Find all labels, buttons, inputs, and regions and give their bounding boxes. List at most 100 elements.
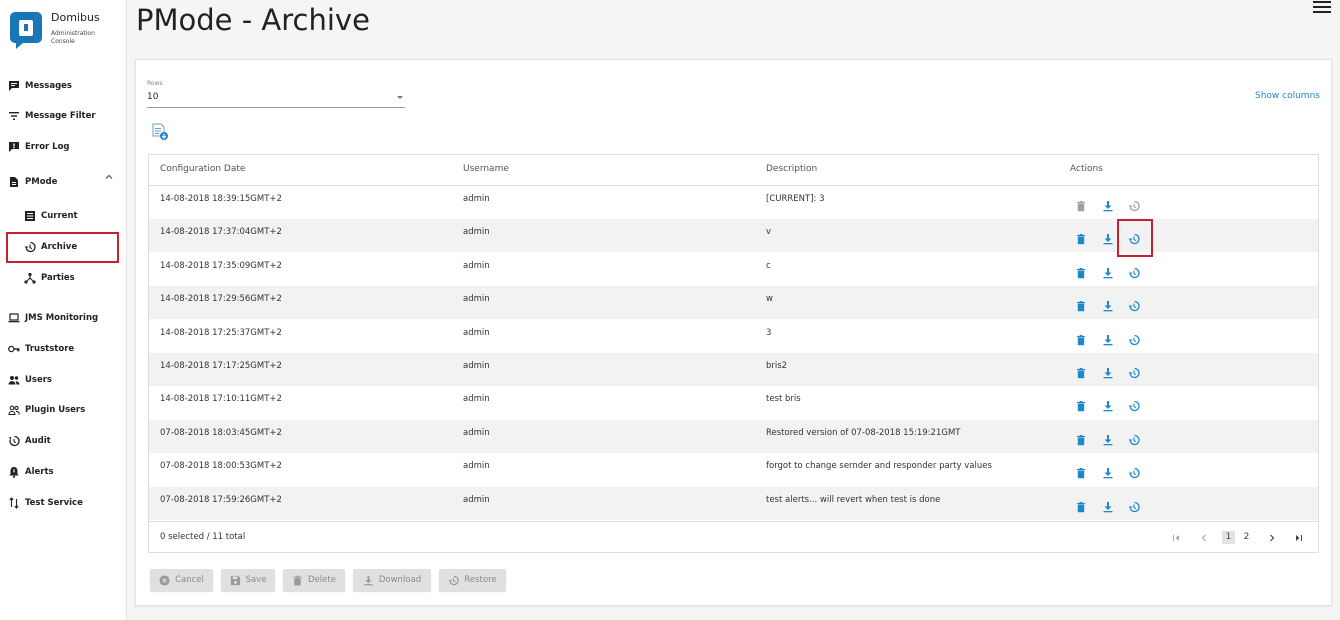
cell-configuration-date: 14-08-2018 17:29:56GMT+2 [160, 294, 282, 305]
plugin-users-icon [8, 405, 20, 416]
delete-row-icon[interactable] [1075, 464, 1087, 479]
sidebar-item-truststore[interactable]: Truststore [8, 340, 74, 358]
sidebar-item-message-filter[interactable]: Message Filter [8, 107, 96, 125]
chevron-up-icon[interactable] [104, 172, 114, 182]
delete-button-label: Delete [308, 575, 336, 585]
page-title: PMode - Archive [136, 3, 370, 37]
error-log-icon [9, 142, 19, 152]
table-row[interactable]: 07-08-2018 17:59:26GMT+2 admin test alerts… [149, 486, 1318, 520]
document-icon [10, 177, 18, 187]
sidebar-item-label: Current [41, 211, 78, 221]
previous-page-icon[interactable] [1199, 533, 1209, 543]
page-2-button[interactable]: 2 [1240, 531, 1253, 544]
restore-row-icon[interactable] [1128, 297, 1140, 312]
sidebar-item-jms-monitoring[interactable]: JMS Monitoring [8, 309, 98, 327]
restore-row-icon[interactable] [1128, 197, 1140, 212]
delete-row-icon[interactable] [1075, 297, 1087, 312]
delete-row-icon[interactable] [1075, 431, 1087, 445]
restore-row-icon[interactable] [1128, 498, 1140, 512]
restore-button[interactable]: Restore [439, 569, 506, 591]
save-button[interactable]: Save [221, 569, 275, 591]
save-button-label: Save [245, 575, 267, 585]
hamburger-menu-icon[interactable] [1312, 0, 1332, 14]
sidebar-item-parties[interactable]: Parties [24, 269, 75, 287]
rows-select[interactable]: 10 [147, 92, 405, 108]
delete-button[interactable]: Delete [283, 569, 345, 591]
domibus-logo-icon [10, 12, 42, 49]
messages-icon [9, 81, 19, 91]
cell-description: c [766, 260, 771, 271]
restore-row-icon[interactable] [1128, 431, 1140, 445]
sidebar-item-error-log[interactable]: Error Log [8, 138, 70, 156]
column-header-configuration-date[interactable]: Configuration Date [160, 164, 245, 174]
delete-row-icon[interactable] [1075, 364, 1087, 379]
page-1-button[interactable]: 1 [1222, 531, 1235, 544]
show-columns-link[interactable]: Show columns [1255, 91, 1320, 101]
last-page-icon[interactable] [1294, 533, 1304, 543]
download-row-icon[interactable] [1102, 264, 1114, 279]
cell-username: admin [463, 427, 490, 438]
delete-row-icon[interactable] [1075, 197, 1087, 212]
download-row-icon[interactable] [1102, 498, 1114, 512]
delete-row-icon[interactable] [1075, 397, 1087, 412]
table-row[interactable]: 14-08-2018 17:10:11GMT+2 admin test bris [149, 386, 1318, 419]
next-page-icon[interactable] [1267, 533, 1277, 543]
table-row[interactable]: 14-08-2018 17:17:25GMT+2 admin bris2 [149, 353, 1318, 386]
cell-description: forgot to change sernder and responder p… [766, 461, 992, 472]
delete-row-icon[interactable] [1075, 498, 1087, 512]
download-row-icon[interactable] [1102, 230, 1114, 245]
key-icon [8, 345, 20, 353]
sidebar-item-label: JMS Monitoring [25, 313, 99, 323]
delete-row-icon[interactable] [1075, 264, 1087, 278]
table-header: Configuration Date Username Description … [149, 155, 1318, 186]
bell-icon [9, 467, 19, 478]
download-row-icon[interactable] [1102, 197, 1114, 212]
delete-row-icon[interactable] [1075, 331, 1087, 345]
sidebar-item-label: Messages [25, 81, 72, 91]
sidebar-item-alerts[interactable]: Alerts [8, 463, 54, 481]
export-csv-icon[interactable] [151, 123, 169, 141]
restore-row-icon[interactable] [1128, 397, 1140, 412]
table-row[interactable]: 14-08-2018 17:29:56GMT+2 admin w [149, 286, 1318, 320]
sidebar: Domibus Administration Console Messages … [0, 0, 127, 620]
cell-username: admin [463, 461, 490, 472]
sidebar-item-plugin-users[interactable]: Plugin Users [8, 401, 85, 419]
table-row[interactable]: 14-08-2018 17:35:09GMT+2 admin c [149, 253, 1318, 286]
cell-username: admin [463, 260, 490, 271]
column-header-description[interactable]: Description [766, 164, 817, 174]
download-row-icon[interactable] [1102, 297, 1114, 312]
sidebar-item-users[interactable]: Users [8, 371, 52, 389]
table-row[interactable]: 07-08-2018 18:00:53GMT+2 admin forgot to c… [149, 453, 1318, 486]
sidebar-item-test-service[interactable]: Test Service [8, 494, 83, 512]
column-header-actions: Actions [1070, 164, 1103, 174]
download-row-icon[interactable] [1102, 464, 1114, 479]
sidebar-item-audit[interactable]: Audit [8, 432, 51, 450]
sidebar-item-messages[interactable]: Messages [8, 77, 72, 95]
table-row[interactable]: 14-08-2018 18:39:15GMT+2 admin [CURRENT]: … [149, 186, 1318, 219]
cell-configuration-date: 14-08-2018 17:25:37GMT+2 [160, 327, 282, 338]
rows-select-value: 10 [147, 92, 159, 102]
cell-username: admin [463, 327, 490, 338]
app-name: Domibus [51, 11, 100, 24]
cancel-button[interactable]: Cancel [150, 569, 213, 591]
download-button[interactable]: Download [353, 569, 431, 591]
download-row-icon[interactable] [1102, 364, 1114, 379]
download-row-icon[interactable] [1102, 331, 1114, 345]
delete-row-icon[interactable] [1075, 230, 1087, 245]
column-header-username[interactable]: Username [463, 164, 509, 174]
table-row[interactable]: 14-08-2018 17:25:37GMT+2 admin 3 [149, 320, 1318, 353]
download-row-icon[interactable] [1102, 431, 1114, 446]
table-row[interactable]: 07-08-2018 18:03:45GMT+2 admin Restored ve… [149, 419, 1318, 453]
sidebar-item-pmode[interactable]: PMode [8, 173, 57, 191]
download-row-icon[interactable] [1102, 397, 1114, 412]
sidebar-item-current[interactable]: Current [24, 207, 78, 225]
restore-row-icon[interactable] [1128, 331, 1140, 345]
restore-row-icon[interactable] [1128, 364, 1140, 379]
cell-description: bris2 [766, 361, 788, 371]
restore-row-icon[interactable] [1128, 464, 1140, 479]
sidebar-item-label: Parties [41, 273, 75, 283]
first-page-icon[interactable] [1171, 533, 1181, 543]
restore-button-label: Restore [464, 575, 497, 585]
restore-row-icon[interactable] [1128, 264, 1140, 278]
trash-icon [293, 575, 302, 586]
